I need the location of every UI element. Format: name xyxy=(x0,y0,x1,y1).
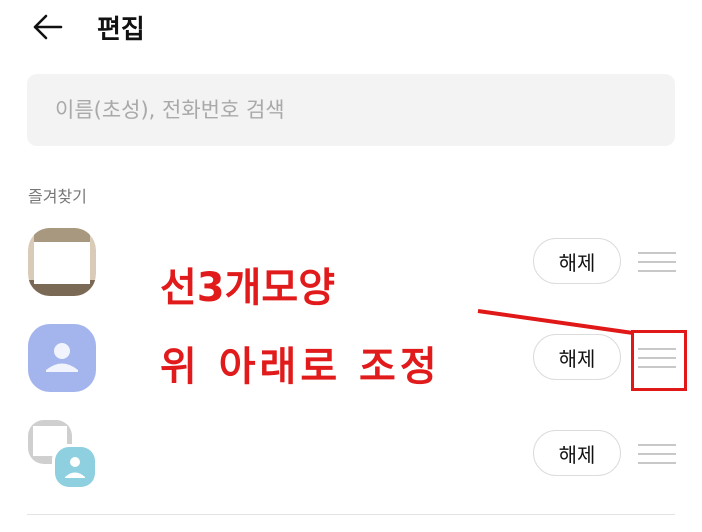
favorite-row: 해제 xyxy=(0,228,702,314)
group-avatar xyxy=(28,420,96,488)
top-app-bar: 편집 xyxy=(0,0,702,60)
favorites-section-label: 즐겨찾기 xyxy=(28,187,87,206)
person-icon xyxy=(46,343,78,372)
annotation-text-line2: 위 아래로 조정 xyxy=(160,344,441,390)
back-button[interactable] xyxy=(28,10,68,44)
unlink-button[interactable]: 해제 xyxy=(533,334,621,380)
photo-avatar xyxy=(28,228,96,296)
page-title: 편집 xyxy=(97,15,145,45)
favorite-row: 해제 xyxy=(0,420,702,506)
drag-handle-icon[interactable] xyxy=(638,444,676,470)
drag-handle-icon[interactable] xyxy=(638,252,676,278)
divider xyxy=(27,514,675,515)
arrow-left-icon xyxy=(33,14,63,40)
default-person-avatar xyxy=(28,324,96,392)
annotation-highlight-box xyxy=(631,330,687,391)
annotation-text-line1: 선3개모양 xyxy=(160,265,336,311)
unlink-button[interactable]: 해제 xyxy=(533,430,621,476)
unlink-button[interactable]: 해제 xyxy=(533,238,621,284)
search-input[interactable] xyxy=(27,74,675,146)
